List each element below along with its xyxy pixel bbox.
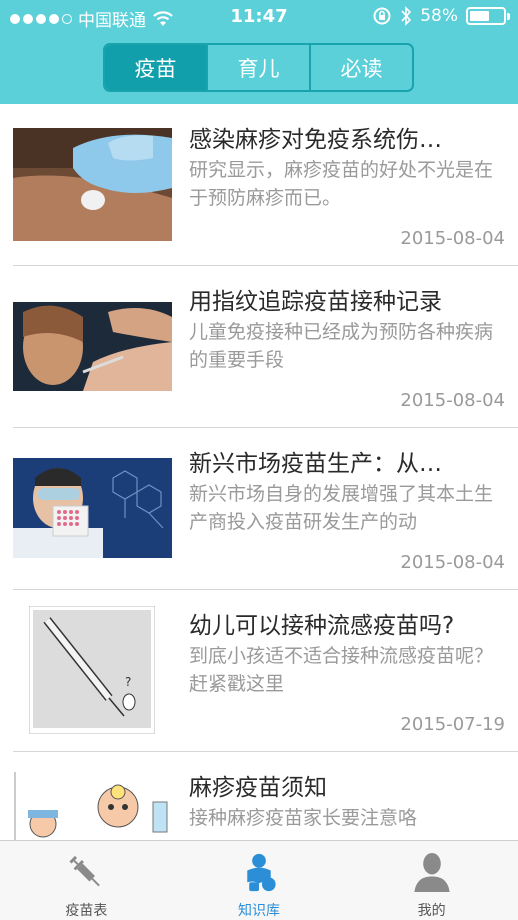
list-item[interactable]: ? 幼儿可以接种流感疫苗吗? 到底小孩适不适合接种流感疫苗呢？赶紧戳这里 201… xyxy=(13,590,518,752)
tabbar-label: 疫苗表 xyxy=(65,903,108,919)
article-thumbnail xyxy=(13,772,172,840)
status-bar: 中国联通 11:47 58% xyxy=(0,0,518,34)
article-date: 2015-08-04 xyxy=(400,552,505,573)
article-title: 感染麻疹对免疫系统伤… xyxy=(189,127,442,153)
header: 中国联通 11:47 58% 疫苗 育儿 必读 xyxy=(0,0,518,104)
knowledge-icon xyxy=(247,853,276,892)
article-summary: 新兴市场自身的发展增强了其本土生产商投入疫苗研发生产的动 xyxy=(189,483,494,533)
tabbar-label: 我的 xyxy=(417,903,446,919)
tabbar-label: 知识库 xyxy=(238,903,280,919)
segment-tabs: 疫苗 育儿 必读 xyxy=(103,43,414,92)
article-thumbnail xyxy=(13,458,172,558)
battery-percent: 58% xyxy=(420,6,458,26)
tabbar-mine[interactable]: 我的 xyxy=(345,841,518,920)
user-icon xyxy=(414,852,450,893)
article-summary: 研究显示，麻疹疫苗的好处不光是在于预防麻疹而已。 xyxy=(189,159,494,209)
list-item[interactable]: 用指纹追踪疫苗接种记录 儿童免疫接种已经成为预防各种疾病的重要手段 2015-0… xyxy=(13,266,518,428)
article-date: 2015-08-04 xyxy=(400,228,505,249)
article-thumbnail: ? xyxy=(29,606,155,734)
battery-fill xyxy=(470,11,489,21)
article-summary: 到底小孩适不适合接种流感疫苗呢？赶紧戳这里 xyxy=(189,645,494,695)
article-title: 麻疹疫苗须知 xyxy=(189,775,327,801)
article-title: 幼儿可以接种流感疫苗吗? xyxy=(189,613,455,639)
tabbar-knowledge-base[interactable]: 知识库 xyxy=(173,841,346,920)
status-right: 58% xyxy=(372,6,510,26)
list-item[interactable]: 感染麻疹对免疫系统伤… 研究显示，麻疹疫苗的好处不光是在于预防麻疹而已。 201… xyxy=(13,104,518,266)
article-summary: 儿童免疫接种已经成为预防各种疾病的重要手段 xyxy=(189,321,494,371)
tab-must-read[interactable]: 必读 xyxy=(309,45,412,90)
article-thumbnail xyxy=(13,302,172,391)
article-thumbnail xyxy=(13,128,172,241)
svg-text:?: ? xyxy=(125,675,131,689)
list-item[interactable]: 新兴市场疫苗生产：从… 新兴市场自身的发展增强了其本土生产商投入疫苗研发生产的动… xyxy=(13,428,518,590)
list-item[interactable]: 麻疹疫苗须知 接种麻疹疫苗家长要注意咯 xyxy=(13,752,518,840)
tab-parenting[interactable]: 育儿 xyxy=(206,45,309,90)
article-title: 用指纹追踪疫苗接种记录 xyxy=(189,289,442,315)
bluetooth-icon xyxy=(401,6,412,26)
article-summary: 接种麻疹疫苗家长要注意咯 xyxy=(189,807,418,829)
tab-vaccine[interactable]: 疫苗 xyxy=(105,45,206,90)
article-date: 2015-07-19 xyxy=(400,714,505,735)
bottom-tab-bar: 疫苗表 知识库 我的 xyxy=(0,840,518,920)
article-title: 新兴市场疫苗生产：从… xyxy=(189,451,442,477)
syringe-icon xyxy=(69,855,101,887)
tabbar-vaccine-schedule[interactable]: 疫苗表 xyxy=(0,841,173,920)
rotation-lock-icon xyxy=(373,7,391,25)
article-date: 2015-08-04 xyxy=(400,390,505,411)
battery-icon xyxy=(466,7,510,25)
article-list: 感染麻疹对免疫系统伤… 研究显示，麻疹疫苗的好处不光是在于预防麻疹而已。 201… xyxy=(0,104,518,840)
